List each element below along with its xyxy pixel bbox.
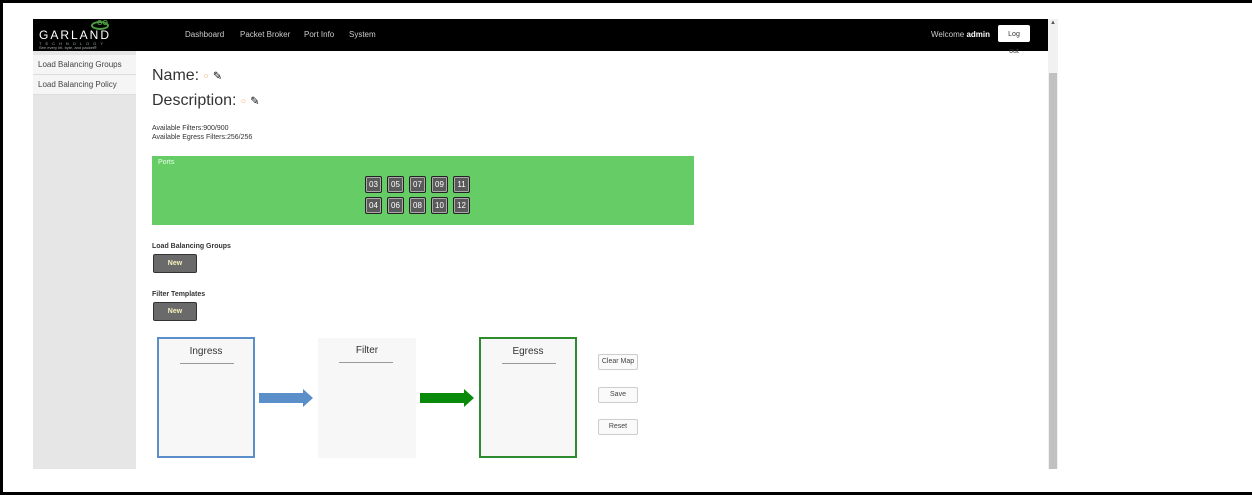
top-navbar: GO GARLAND TECHNOLOGY See every bit, byt… xyxy=(33,19,1058,55)
sidebar: Load Balancing Groups Load Balancing Pol… xyxy=(33,51,136,469)
vertical-scrollbar[interactable]: ▲ xyxy=(1048,19,1058,469)
name-status-icon: ○ xyxy=(203,71,209,81)
description-row: Description: ○ ✎ xyxy=(152,92,259,110)
port-05[interactable]: 05 xyxy=(387,176,404,193)
nav-system[interactable]: System xyxy=(349,30,376,39)
new-filter-template-button[interactable]: New xyxy=(153,302,197,321)
username: admin xyxy=(966,30,990,39)
port-12[interactable]: 12 xyxy=(453,197,470,214)
blue-arrow-icon xyxy=(259,389,313,407)
app-window: GO GARLAND TECHNOLOGY See every bit, byt… xyxy=(33,19,1058,469)
save-button[interactable]: Save xyxy=(598,387,638,403)
egress-header: Egress xyxy=(512,346,544,357)
name-row: Name: ○ ✎ xyxy=(152,67,222,85)
port-07[interactable]: 07 xyxy=(409,176,426,193)
port-03[interactable]: 03 xyxy=(365,176,382,193)
filter-underline xyxy=(339,362,393,363)
port-09[interactable]: 09 xyxy=(431,176,448,193)
filter-box[interactable]: Filter xyxy=(318,338,416,458)
port-10[interactable]: 10 xyxy=(431,197,448,214)
edit-description-pencil-icon[interactable]: ✎ xyxy=(250,95,259,107)
ports-label: Ports xyxy=(158,159,175,166)
description-label: Description: xyxy=(152,92,237,109)
sidebar-item-load-balancing-groups[interactable]: Load Balancing Groups xyxy=(33,55,136,75)
logo-tagline: See every bit, byte, and packet® xyxy=(39,45,97,50)
ingress-box[interactable]: Ingress xyxy=(157,337,255,458)
logout-button[interactable]: Log out xyxy=(998,25,1030,55)
description-status-icon: ○ xyxy=(240,96,246,106)
green-arrow-icon xyxy=(420,389,474,407)
scrollbar-thumb[interactable] xyxy=(1049,73,1057,469)
scroll-up-arrow-icon[interactable]: ▲ xyxy=(1050,20,1056,26)
egress-underline xyxy=(502,363,556,364)
garland-logo[interactable]: GO GARLAND TECHNOLOGY See every bit, byt… xyxy=(37,20,152,50)
sidebar-item-load-balancing-policy[interactable]: Load Balancing Policy xyxy=(33,75,136,95)
edit-name-pencil-icon[interactable]: ✎ xyxy=(213,70,222,82)
welcome-text: Welcome admin xyxy=(931,30,990,39)
ports-panel: Ports 03 05 07 09 11 04 06 08 10 12 xyxy=(152,156,694,225)
nav-dashboard[interactable]: Dashboard xyxy=(185,30,224,39)
nav-packet-broker[interactable]: Packet Broker xyxy=(240,30,290,39)
port-04[interactable]: 04 xyxy=(365,197,382,214)
port-06[interactable]: 06 xyxy=(387,197,404,214)
filter-header: Filter xyxy=(355,345,379,356)
load-balancing-groups-title: Load Balancing Groups xyxy=(152,243,231,250)
ingress-underline xyxy=(180,363,234,364)
available-filters-text: Available Filters:900/900 xyxy=(152,125,229,132)
ingress-header: Ingress xyxy=(189,346,223,357)
port-08[interactable]: 08 xyxy=(409,197,426,214)
egress-box[interactable]: Egress xyxy=(479,337,577,458)
reset-button[interactable]: Reset xyxy=(598,419,638,435)
nav-port-info[interactable]: Port Info xyxy=(304,30,334,39)
available-egress-filters-text: Available Egress Filters:256/256 xyxy=(152,134,253,141)
clear-map-button[interactable]: Clear Map xyxy=(598,354,638,370)
port-11[interactable]: 11 xyxy=(453,176,470,193)
logo-wordmark: GARLAND xyxy=(39,28,112,42)
name-label: Name: xyxy=(152,67,200,84)
filter-templates-title: Filter Templates xyxy=(152,291,206,298)
new-load-balancing-group-button[interactable]: New xyxy=(153,254,197,273)
